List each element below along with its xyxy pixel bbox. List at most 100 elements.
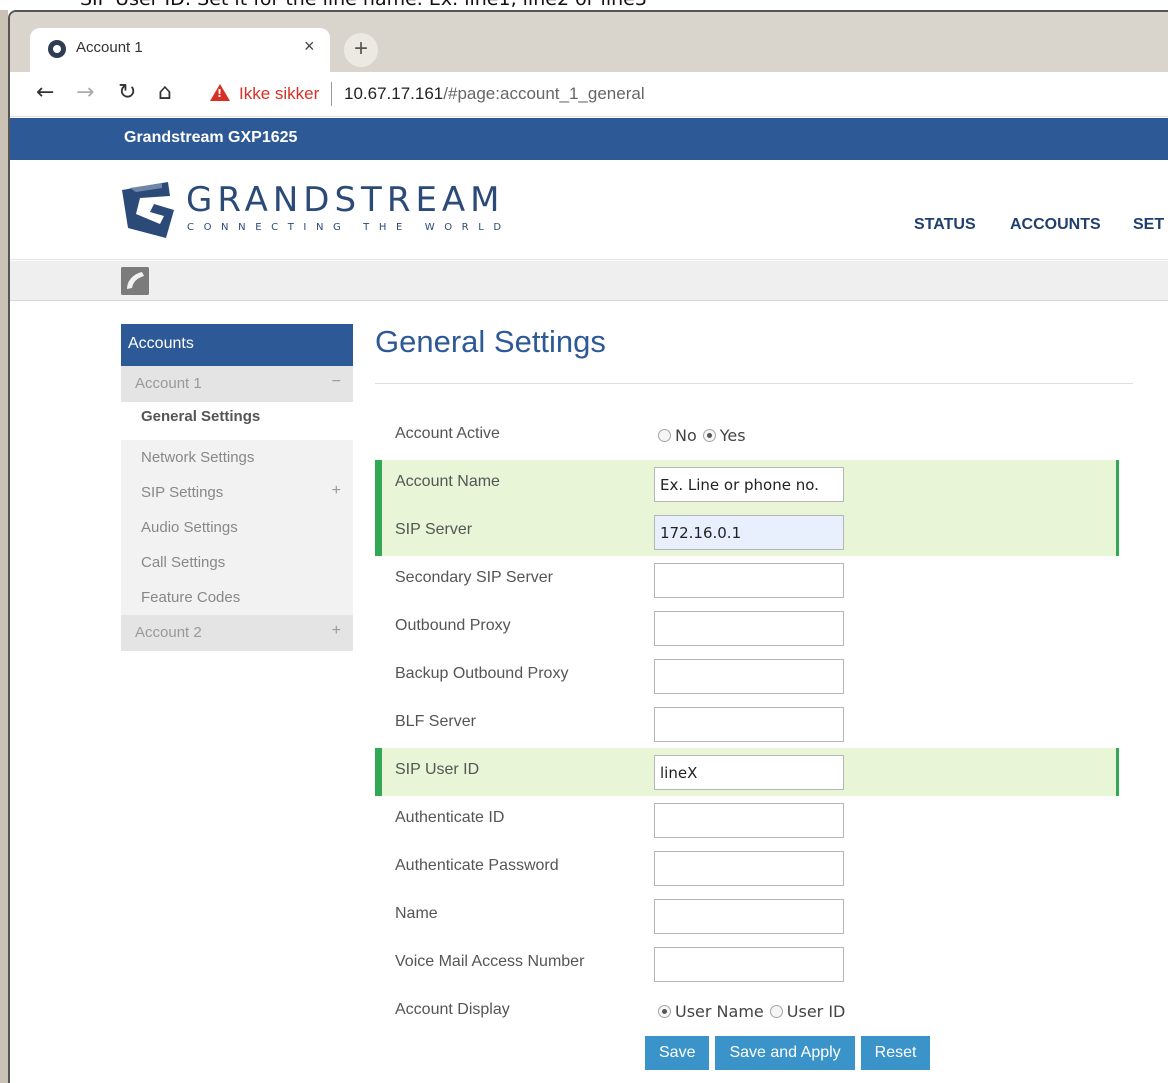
close-tab-icon[interactable]: × — [304, 36, 315, 57]
sidebar-item-label: SIP Settings — [141, 484, 224, 501]
sidebar-item-general-settings[interactable]: General Settings — [121, 402, 353, 440]
device-bar: Grandstream GXP1625 — [10, 118, 1168, 160]
authenticate-password-input[interactable] — [654, 851, 844, 886]
row-name: Name — [375, 892, 1119, 940]
voice-mail-access-number-label: Voice Mail Access Number — [395, 953, 585, 970]
sip-server-input[interactable]: 172.16.0.1 — [654, 515, 844, 550]
save-button[interactable]: Save — [645, 1036, 710, 1070]
sidebar: Accounts Account 1 − General Settings Ne… — [121, 324, 353, 651]
row-authenticate-id: Authenticate ID — [375, 796, 1119, 844]
device-title: Grandstream GXP1625 — [124, 129, 298, 146]
row-voice-mail-access-number: Voice Mail Access Number — [375, 940, 1119, 988]
background-strip — [0, 10, 8, 1083]
collapse-icon[interactable]: − — [332, 373, 341, 391]
radio-user-id[interactable] — [769, 1005, 783, 1018]
radio-no[interactable] — [658, 429, 671, 442]
row-authenticate-password: Authenticate Password — [375, 844, 1119, 892]
tab-account-1[interactable]: Account 1 × — [30, 28, 330, 72]
account-display-radio-group: User Name User ID — [658, 1002, 851, 1021]
sip-server-label: SIP Server — [395, 521, 473, 538]
grandstream-logo-icon — [122, 182, 174, 238]
account-active-label: Account Active — [395, 425, 500, 442]
radio-no-label: No — [675, 426, 697, 445]
url-field[interactable]: 10.67.17.161/#page:account_1_general — [344, 84, 645, 104]
save-and-apply-button[interactable]: Save and Apply — [715, 1036, 855, 1070]
sidebar-item-network-settings[interactable]: Network Settings — [121, 440, 353, 475]
nav-status[interactable]: STATUS — [914, 216, 976, 234]
radio-user-id-label: User ID — [786, 1002, 846, 1021]
outbound-proxy-input[interactable] — [654, 611, 844, 646]
authenticate-password-label: Authenticate Password — [395, 857, 559, 874]
sidebar-header[interactable]: Accounts — [121, 324, 353, 366]
row-backup-outbound-proxy: Backup Outbound Proxy — [375, 652, 1119, 700]
general-settings-form: Account Active No Yes Account Name Ex. L… — [375, 412, 1119, 1036]
radio-yes[interactable] — [702, 429, 716, 442]
name-input[interactable] — [654, 899, 844, 934]
reload-icon[interactable]: ↻ — [118, 80, 136, 105]
page-title: General Settings — [375, 324, 606, 359]
outbound-proxy-label: Outbound Proxy — [395, 617, 511, 634]
row-secondary-sip-server: Secondary SIP Server — [375, 556, 1119, 604]
title-divider — [375, 383, 1133, 384]
insecure-label[interactable]: Ikke sikker — [239, 84, 319, 104]
row-sip-server: SIP Server 172.16.0.1 — [375, 508, 1119, 556]
account-active-radio-group: No Yes — [658, 426, 752, 445]
nav-accounts[interactable]: ACCOUNTS — [1010, 216, 1101, 234]
radio-user-name-label: User Name — [675, 1002, 764, 1021]
favicon-icon — [48, 40, 66, 58]
name-label: Name — [395, 905, 438, 922]
radio-user-name[interactable] — [658, 1005, 671, 1018]
nav-settings[interactable]: SET — [1133, 216, 1168, 234]
sidebar-group-account-2[interactable]: Account 2 + — [121, 615, 353, 651]
phone-icon[interactable] — [121, 267, 149, 295]
blf-server-label: BLF Server — [395, 713, 476, 730]
url-divider — [331, 82, 332, 106]
sip-user-id-input[interactable]: lineX — [654, 755, 844, 790]
row-account-name: Account Name Ex. Line or phone no. — [375, 460, 1119, 508]
expand-icon[interactable]: + — [332, 482, 341, 500]
sub-toolbar — [10, 261, 1168, 301]
row-outbound-proxy: Outbound Proxy — [375, 604, 1119, 652]
blf-server-input[interactable] — [654, 707, 844, 742]
browser-window: Account 1 × + ← → ↻ ⌂ Ikke sikker 10.67.… — [8, 10, 1168, 1083]
caption-text: SIP User ID: Set it for the line name. E… — [80, 0, 647, 10]
url-host: 10.67.17.161 — [344, 84, 444, 103]
home-icon[interactable]: ⌂ — [158, 80, 172, 105]
sidebar-item-feature-codes[interactable]: Feature Codes — [121, 580, 353, 615]
new-tab-button[interactable]: + — [344, 33, 378, 67]
url-path: /#page:account_1_general — [443, 84, 645, 103]
sidebar-group-label: Account 1 — [135, 375, 202, 392]
secondary-sip-server-input[interactable] — [654, 563, 844, 598]
sidebar-item-audio-settings[interactable]: Audio Settings — [121, 510, 353, 545]
backup-outbound-proxy-label: Backup Outbound Proxy — [395, 665, 569, 682]
logo-name: GRANDSTREAM — [186, 180, 505, 220]
logo-tagline: CONNECTING THE WORLD — [187, 222, 511, 233]
account-name-label: Account Name — [395, 473, 500, 490]
reset-button[interactable]: Reset — [860, 1036, 931, 1070]
expand-icon[interactable]: + — [332, 622, 341, 640]
account-name-input[interactable]: Ex. Line or phone no. — [654, 467, 844, 502]
sidebar-item-call-settings[interactable]: Call Settings — [121, 545, 353, 580]
sidebar-group-label: Account 2 — [135, 624, 202, 641]
warning-icon[interactable] — [210, 84, 230, 101]
backup-outbound-proxy-input[interactable] — [654, 659, 844, 694]
address-toolbar: ← → ↻ ⌂ Ikke sikker 10.67.17.161/#page:a… — [10, 72, 1168, 117]
radio-yes-label: Yes — [719, 426, 746, 445]
secondary-sip-server-label: Secondary SIP Server — [395, 569, 554, 586]
form-buttons: Save Save and Apply Reset — [645, 1036, 936, 1070]
tab-bar: Account 1 × + — [10, 12, 1168, 72]
authenticate-id-label: Authenticate ID — [395, 809, 505, 826]
site-header: GRANDSTREAM CONNECTING THE WORLD STATUS … — [10, 160, 1168, 260]
back-icon[interactable]: ← — [36, 80, 54, 105]
sidebar-item-sip-settings[interactable]: SIP Settings + — [121, 475, 353, 510]
row-account-active: Account Active No Yes — [375, 412, 1119, 460]
sidebar-group-account-1[interactable]: Account 1 − — [121, 366, 353, 402]
row-account-display: Account Display User Name User ID — [375, 988, 1119, 1036]
voice-mail-access-number-input[interactable] — [654, 947, 844, 982]
forward-icon[interactable]: → — [76, 80, 94, 105]
row-sip-user-id: SIP User ID lineX — [375, 748, 1119, 796]
account-display-label: Account Display — [395, 1001, 510, 1018]
sip-user-id-label: SIP User ID — [395, 761, 480, 778]
authenticate-id-input[interactable] — [654, 803, 844, 838]
row-blf-server: BLF Server — [375, 700, 1119, 748]
